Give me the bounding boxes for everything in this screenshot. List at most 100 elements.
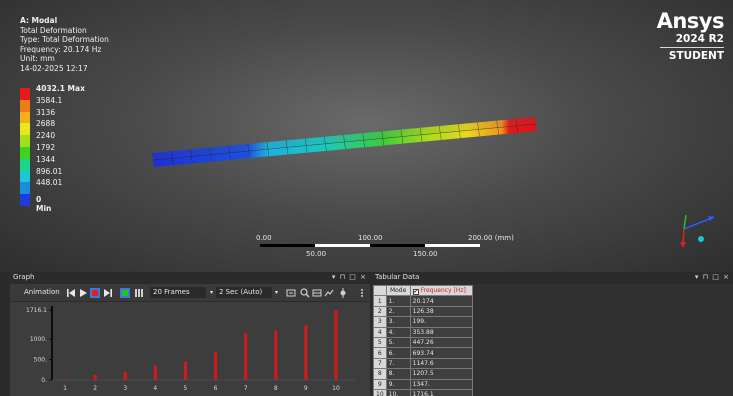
- scale-label-0: 0.00: [256, 234, 272, 242]
- table-row[interactable]: 5 5. 447.26: [373, 336, 473, 349]
- row-index-cell[interactable]: 9: [373, 378, 387, 390]
- frequency-checkbox[interactable]: ✔: [412, 289, 419, 296]
- stop-icon[interactable]: [90, 287, 100, 298]
- mode-cell[interactable]: 6.: [385, 347, 411, 359]
- row-index-cell[interactable]: 3: [373, 316, 387, 328]
- mode-cell[interactable]: 2.: [385, 305, 411, 318]
- x-tick-label: 5: [184, 385, 188, 392]
- table-row[interactable]: 6 6. 693.74: [373, 347, 473, 359]
- scale-segment: [315, 244, 370, 247]
- tabular-panel-controls[interactable]: ▾ ⊓ □ ×: [695, 272, 730, 283]
- axis-triad[interactable]: [670, 205, 720, 255]
- graphics-viewport[interactable]: A: Modal Total Deformation Type: Total D…: [0, 0, 733, 272]
- mode-cell[interactable]: 3.: [385, 316, 411, 328]
- frequency-cell[interactable]: 693.74: [409, 347, 473, 359]
- table-row[interactable]: 3 3. 199.: [373, 316, 473, 328]
- mode-cell[interactable]: 7.: [385, 357, 411, 370]
- tabular-data-table[interactable]: Mode ✔ Frequency [Hz] 1 1. 20.174 2 2. 126.38 3…: [373, 284, 473, 396]
- play-icon[interactable]: [78, 288, 88, 298]
- frames-dropdown-chevron-icon[interactable]: ▾: [210, 287, 213, 298]
- duration-dropdown[interactable]: 2 Sec (Auto): [216, 287, 272, 298]
- x-tick-label: 4: [153, 385, 157, 392]
- y-tick-label: 1716.1: [26, 307, 47, 314]
- row-index-cell[interactable]: 4: [373, 326, 387, 338]
- chart-bar: [183, 361, 188, 380]
- distributed-frames-icon[interactable]: [120, 287, 130, 298]
- x-tick-label: 10: [332, 385, 340, 392]
- frequency-bar-chart[interactable]: 1716.1 1000. 500. 0. 1 2 3 4 5 6 7 8 9 10: [10, 302, 370, 396]
- row-index-cell[interactable]: 2: [373, 305, 387, 318]
- frequency-cell[interactable]: 1147.6: [409, 357, 473, 370]
- x-tick-label: 6: [214, 385, 218, 392]
- export-video-icon[interactable]: [286, 288, 296, 298]
- frequency-cell[interactable]: 447.26: [409, 336, 473, 349]
- frequency-cell[interactable]: 1716.1: [409, 388, 473, 396]
- animation-label: Animation: [24, 288, 60, 296]
- chart-bar: [304, 325, 308, 380]
- x-tick-label: 8: [274, 385, 278, 392]
- table-row[interactable]: 1 1. 20.174: [373, 295, 473, 307]
- frequency-cell[interactable]: 20.174: [409, 295, 473, 307]
- row-index-cell[interactable]: 8: [373, 368, 387, 380]
- scale-label-50: 50.00: [306, 250, 327, 258]
- row-index-cell[interactable]: 1: [373, 295, 387, 307]
- frequency-cell[interactable]: 126.38: [409, 305, 473, 318]
- toolbar-overflow-icon[interactable]: [358, 288, 366, 298]
- mesh-edge-line: [152, 123, 537, 161]
- mode-cell[interactable]: 1.: [385, 295, 411, 307]
- table-body: 1 1. 20.174 2 2. 126.38 3 3. 199. 4 4. 353.88 5 5. 447…: [373, 295, 473, 396]
- mode-cell[interactable]: 5.: [385, 336, 411, 349]
- frames-dropdown[interactable]: 20 Frames: [150, 287, 206, 298]
- x-tick-label: 9: [304, 385, 308, 392]
- chart-bar: [213, 351, 218, 380]
- zoom-to-fit-icon[interactable]: [300, 287, 310, 298]
- table-row[interactable]: 4 4. 353.88: [373, 326, 473, 338]
- x-tick-label: 3: [123, 385, 127, 392]
- frequency-cell[interactable]: 353.88: [409, 326, 473, 338]
- scale-bar: 0.00 100.00 200.00 (mm) 50.00 150.00: [256, 234, 590, 264]
- frequency-cell[interactable]: 199.: [409, 316, 473, 328]
- deformed-beam-model[interactable]: [0, 0, 733, 272]
- duration-dropdown-chevron-icon[interactable]: ▾: [275, 287, 278, 298]
- column-header-mode[interactable]: Mode: [385, 284, 411, 297]
- table-row[interactable]: 2 2. 126.38: [373, 305, 473, 318]
- mode-cell[interactable]: 8.: [385, 368, 411, 380]
- tabular-panel-title: Tabular Data: [372, 272, 733, 283]
- graph-panel: Graph ▾ ⊓ □ × Animation 20 Frames ▾ 2 Se…: [10, 272, 370, 396]
- chart-options-icon[interactable]: [324, 288, 334, 298]
- first-frame-icon[interactable]: [66, 288, 76, 298]
- column-header-frequency[interactable]: ✔ Frequency [Hz]: [409, 284, 473, 297]
- tabular-data-body: Mode ✔ Frequency [Hz] 1 1. 20.174 2 2. 126.38 3…: [372, 284, 733, 396]
- x-tick-label: 7: [244, 385, 248, 392]
- table-row[interactable]: 10 10. 1716.1: [373, 388, 473, 396]
- result-sets-icon[interactable]: [134, 288, 144, 298]
- probe-icon[interactable]: [338, 287, 348, 298]
- frequency-cell[interactable]: 1347.: [409, 378, 473, 390]
- triad-origin-ball: [698, 236, 704, 242]
- graph-panel-controls[interactable]: ▾ ⊓ □ ×: [332, 272, 367, 283]
- triad-y-arrow: [680, 242, 686, 248]
- mode-cell[interactable]: 9.: [385, 378, 411, 390]
- scale-label-200: 200.00 (mm): [468, 234, 514, 242]
- frequency-cell[interactable]: 1207.5: [409, 368, 473, 380]
- table-view-icon[interactable]: [312, 288, 322, 298]
- chart-bar: [334, 310, 338, 380]
- mode-cell[interactable]: 4.: [385, 326, 411, 338]
- mode-cell[interactable]: 10.: [385, 388, 411, 396]
- table-row[interactable]: 9 9. 1347.: [373, 378, 473, 390]
- table-row[interactable]: 8 8. 1207.5: [373, 368, 473, 380]
- last-frame-icon[interactable]: [103, 288, 113, 298]
- triad-z-axis: [683, 214, 687, 230]
- y-tick-label: 500.: [34, 357, 47, 364]
- row-index-cell[interactable]: 10: [373, 388, 387, 396]
- row-index-cell[interactable]: 6: [373, 347, 387, 359]
- chart-bar: [274, 330, 278, 380]
- row-index-cell[interactable]: 7: [373, 357, 387, 370]
- scale-segment: [260, 244, 315, 247]
- graph-panel-title: Graph: [10, 272, 370, 283]
- table-row[interactable]: 7 7. 1147.6: [373, 357, 473, 370]
- scale-label-100: 100.00: [358, 234, 383, 242]
- table-corner[interactable]: [373, 284, 387, 297]
- row-index-cell[interactable]: 5: [373, 336, 387, 349]
- scale-segment: [370, 244, 425, 247]
